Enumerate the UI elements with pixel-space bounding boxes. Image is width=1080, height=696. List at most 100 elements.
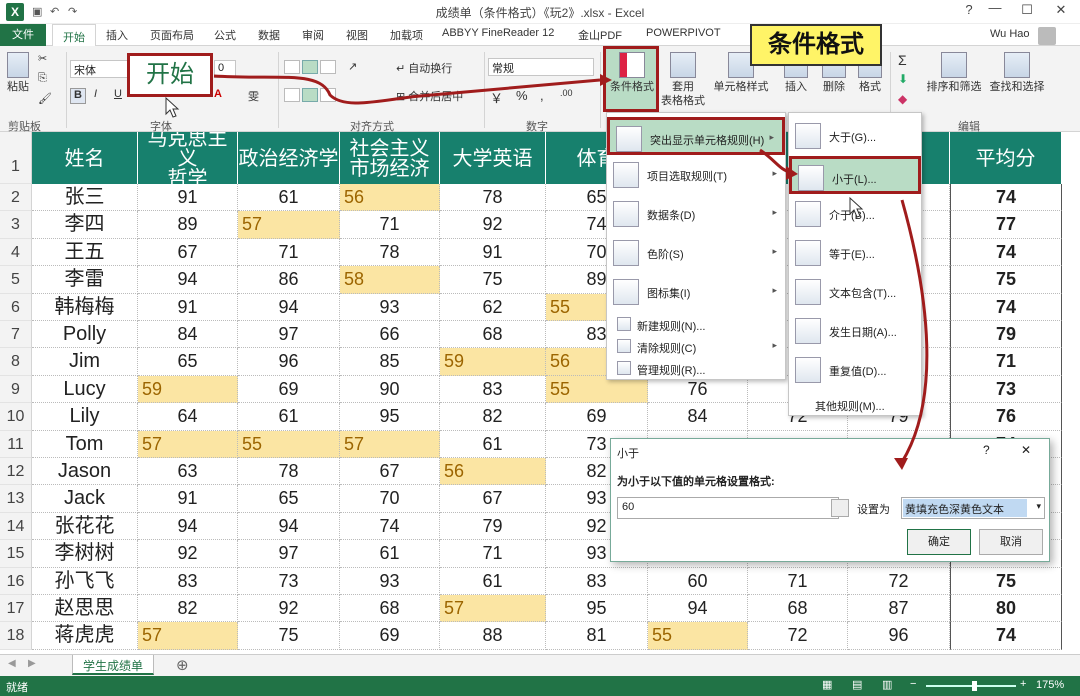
- column-header[interactable]: 社会主义 市场经济: [340, 132, 440, 184]
- table-cell-average[interactable]: 80: [950, 595, 1062, 623]
- format-select[interactable]: 黄填充色深黄色文本 ▾: [901, 497, 1045, 519]
- menu-item[interactable]: 介于(B)...: [789, 195, 921, 233]
- table-cell-average[interactable]: 74: [950, 293, 1062, 321]
- table-cell[interactable]: 71: [340, 211, 440, 239]
- align-left-icon[interactable]: [284, 88, 300, 102]
- menu-item-more-rules[interactable]: 其他规则(M)...: [789, 393, 921, 415]
- currency-icon[interactable]: ￥: [490, 88, 503, 107]
- row-header[interactable]: 17: [0, 595, 32, 623]
- menu-item[interactable]: 发生日期(A)...: [789, 312, 921, 350]
- zoom-slider[interactable]: [926, 685, 1016, 687]
- font-name-select[interactable]: 宋体: [70, 60, 128, 78]
- menu-item-highlight-rules[interactable]: 突出显示单元格规则(H) ▸: [607, 117, 785, 155]
- table-cell-average[interactable]: 76: [950, 403, 1062, 431]
- table-cell[interactable]: 65: [138, 348, 238, 376]
- column-header[interactable]: 马克思主义 哲学: [138, 132, 238, 188]
- table-cell[interactable]: 94: [138, 266, 238, 294]
- prev-sheet-icon[interactable]: ◀: [8, 658, 16, 669]
- dialog-help-button[interactable]: ?: [983, 443, 990, 457]
- table-cell[interactable]: 97: [238, 321, 340, 349]
- tab-page-layout[interactable]: 页面布局: [150, 27, 194, 43]
- table-cell[interactable]: 56: [340, 184, 440, 212]
- table-cell[interactable]: 72: [748, 622, 848, 650]
- menu-item[interactable]: 色阶(S) ▸: [607, 234, 785, 272]
- tab-home[interactable]: 开始: [52, 24, 96, 47]
- fill-icon[interactable]: ⬇: [898, 72, 908, 86]
- tab-abbyy[interactable]: ABBYY FineReader 12: [442, 27, 554, 39]
- table-cell-average[interactable]: 75: [950, 567, 1062, 595]
- paste-button[interactable]: 粘贴: [2, 52, 34, 94]
- table-cell[interactable]: 57: [138, 622, 238, 650]
- table-cell[interactable]: 56: [440, 458, 546, 486]
- table-cell[interactable]: 61: [238, 184, 340, 212]
- tab-data[interactable]: 数据: [258, 27, 280, 43]
- sort-filter-button[interactable]: 排序和筛选: [922, 52, 986, 94]
- table-cell[interactable]: 97: [238, 540, 340, 568]
- table-cell[interactable]: 74: [340, 512, 440, 541]
- row-header[interactable]: 4: [0, 238, 32, 267]
- tab-review[interactable]: 审阅: [302, 27, 324, 43]
- table-cell[interactable]: 91: [138, 293, 238, 321]
- table-cell-name[interactable]: Lily: [32, 403, 138, 431]
- format-painter-icon[interactable]: 🖌: [38, 92, 52, 105]
- table-cell[interactable]: 94: [648, 595, 748, 623]
- table-cell-average[interactable]: 79: [950, 321, 1062, 349]
- table-cell-average[interactable]: 73: [950, 375, 1062, 404]
- table-cell[interactable]: 94: [238, 293, 340, 321]
- row-header[interactable]: 6: [0, 293, 32, 321]
- table-cell[interactable]: 67: [340, 458, 440, 486]
- table-cell[interactable]: 55: [238, 430, 340, 458]
- table-cell[interactable]: 84: [648, 403, 748, 431]
- table-cell-name[interactable]: 李雷: [32, 266, 138, 294]
- row-header[interactable]: 11: [0, 430, 32, 458]
- table-cell[interactable]: 92: [238, 595, 340, 623]
- table-cell[interactable]: 82: [440, 403, 546, 431]
- wrap-text-button[interactable]: ↵ 自动换行: [396, 60, 452, 76]
- row-header[interactable]: 10: [0, 403, 32, 431]
- row-header[interactable]: 18: [0, 622, 32, 650]
- cut-icon[interactable]: ✂: [38, 52, 47, 65]
- table-cell[interactable]: 82: [138, 595, 238, 623]
- table-cell[interactable]: 79: [440, 512, 546, 541]
- font-color-button[interactable]: A: [214, 88, 222, 100]
- page-layout-view-icon[interactable]: ▤: [852, 678, 862, 691]
- table-cell[interactable]: 75: [238, 622, 340, 650]
- bold-button[interactable]: B: [70, 88, 86, 104]
- table-cell[interactable]: 66: [340, 321, 440, 349]
- table-cell-name[interactable]: 张花花: [32, 512, 138, 541]
- table-cell[interactable]: 57: [238, 211, 340, 239]
- tab-powerpivot[interactable]: POWERPIVOT: [646, 27, 721, 39]
- row-header[interactable]: 14: [0, 512, 32, 541]
- table-cell[interactable]: 91: [440, 238, 546, 267]
- italic-button[interactable]: I: [94, 88, 97, 100]
- minimize-button[interactable]: —: [984, 0, 1006, 15]
- add-sheet-icon[interactable]: ⊕: [176, 656, 189, 674]
- copy-icon[interactable]: ⎘: [38, 72, 47, 85]
- table-cell[interactable]: 93: [340, 293, 440, 321]
- row-header[interactable]: 12: [0, 458, 32, 486]
- table-cell[interactable]: 85: [340, 348, 440, 376]
- table-cell[interactable]: 61: [238, 403, 340, 431]
- table-cell-name[interactable]: 韩梅梅: [32, 293, 138, 321]
- table-cell-name[interactable]: 蒋虎虎: [32, 622, 138, 650]
- range-select-icon[interactable]: [831, 499, 849, 517]
- row-header[interactable]: 8: [0, 348, 32, 376]
- number-format-select[interactable]: 常规: [488, 58, 594, 76]
- row-header[interactable]: 7: [0, 321, 32, 349]
- table-cell[interactable]: 88: [440, 622, 546, 650]
- maximize-button[interactable]: ☐: [1016, 2, 1038, 18]
- help-button[interactable]: ?: [958, 2, 980, 17]
- phonetic-button[interactable]: 雯: [248, 88, 259, 104]
- table-cell-name[interactable]: 李四: [32, 211, 138, 239]
- table-cell[interactable]: 68: [748, 595, 848, 623]
- table-cell[interactable]: 95: [546, 595, 648, 623]
- table-cell-name[interactable]: 赵思思: [32, 595, 138, 623]
- table-cell-average[interactable]: 77: [950, 211, 1062, 239]
- table-cell[interactable]: 78: [340, 238, 440, 267]
- format-as-table-button[interactable]: 套用 表格格式: [660, 52, 706, 108]
- align-top-icon[interactable]: [284, 60, 300, 74]
- column-header[interactable]: 政治经济学: [238, 132, 340, 184]
- table-cell[interactable]: 69: [238, 375, 340, 404]
- table-cell[interactable]: 92: [440, 211, 546, 239]
- menu-item[interactable]: 清除规则(C) ▸: [607, 335, 785, 357]
